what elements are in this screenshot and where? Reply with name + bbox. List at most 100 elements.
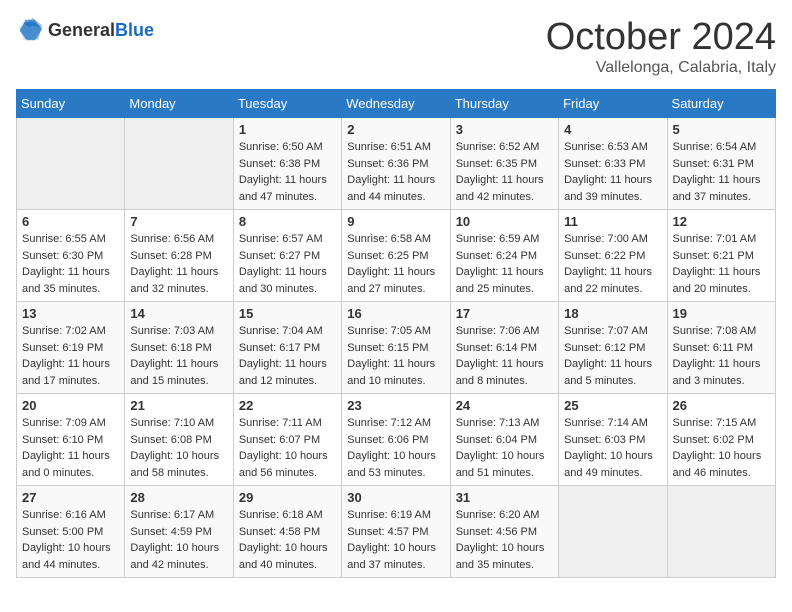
sunset-text: Sunset: 6:25 PM: [347, 250, 428, 262]
day-number: 8: [239, 214, 336, 229]
day-number: 12: [673, 214, 770, 229]
day-info: Sunrise: 7:12 AMSunset: 6:06 PMDaylight:…: [347, 415, 444, 481]
sunset-text: Sunset: 6:12 PM: [564, 342, 645, 354]
sunrise-text: Sunrise: 6:57 AM: [239, 233, 323, 245]
day-number: 25: [564, 398, 661, 413]
weekday-header-wednesday: Wednesday: [342, 90, 450, 118]
day-number: 13: [22, 306, 119, 321]
calendar-week-row: 27Sunrise: 6:16 AMSunset: 5:00 PMDayligh…: [17, 486, 776, 578]
day-info: Sunrise: 7:06 AMSunset: 6:14 PMDaylight:…: [456, 323, 553, 389]
sunset-text: Sunset: 4:56 PM: [456, 526, 537, 538]
calendar-cell: 18 Sunrise: 7:07 AMSunset: 6:12 PMDayligh…: [559, 302, 667, 394]
day-info: Sunrise: 7:01 AMSunset: 6:21 PMDaylight:…: [673, 231, 770, 297]
sunrise-text: Sunrise: 6:19 AM: [347, 509, 431, 521]
sunrise-text: Sunrise: 7:03 AM: [130, 325, 214, 337]
daylight-text: Daylight: 10 hours and 46 minutes.: [673, 450, 762, 479]
daylight-text: Daylight: 11 hours and 44 minutes.: [347, 174, 435, 203]
daylight-text: Daylight: 11 hours and 8 minutes.: [456, 358, 544, 387]
sunrise-text: Sunrise: 6:58 AM: [347, 233, 431, 245]
day-info: Sunrise: 7:04 AMSunset: 6:17 PMDaylight:…: [239, 323, 336, 389]
sunset-text: Sunset: 6:36 PM: [347, 158, 428, 170]
daylight-text: Daylight: 10 hours and 56 minutes.: [239, 450, 328, 479]
sunrise-text: Sunrise: 7:01 AM: [673, 233, 757, 245]
sunset-text: Sunset: 6:31 PM: [673, 158, 754, 170]
sunrise-text: Sunrise: 7:14 AM: [564, 417, 648, 429]
calendar-cell: 1Sunrise: 6:50 AMSunset: 6:38 PMDaylight…: [233, 118, 341, 210]
day-info: Sunrise: 6:16 AMSunset: 5:00 PMDaylight:…: [22, 507, 119, 573]
sunset-text: Sunset: 4:59 PM: [130, 526, 211, 538]
daylight-text: Daylight: 11 hours and 15 minutes.: [130, 358, 218, 387]
calendar-cell: 10Sunrise: 6:59 AMSunset: 6:24 PMDayligh…: [450, 210, 558, 302]
day-info: Sunrise: 7:03 AM Sunset: 6:18 PM Daylight:…: [130, 323, 227, 389]
day-info: Sunrise: 7:02 AMSunset: 6:19 PMDaylight:…: [22, 323, 119, 389]
weekday-header-friday: Friday: [559, 90, 667, 118]
day-number: 22: [239, 398, 336, 413]
day-info: Sunrise: 7:08 AMSunset: 6:11 PMDaylight:…: [673, 323, 770, 389]
calendar-cell: [667, 486, 775, 578]
day-number: 15: [239, 306, 336, 321]
sunset-text: Sunset: 6:22 PM: [564, 250, 645, 262]
sunset-text: Sunset: 6:27 PM: [239, 250, 320, 262]
day-info: Sunrise: 6:53 AM Sunset: 6:33 PM Daylight:…: [564, 139, 661, 205]
calendar-cell: [559, 486, 667, 578]
day-number: 4: [564, 122, 661, 137]
calendar-cell: [125, 118, 233, 210]
daylight-text: Daylight: 11 hours and 10 minutes.: [347, 358, 435, 387]
day-number: 10: [456, 214, 553, 229]
calendar-cell: 5Sunrise: 6:54 AMSunset: 6:31 PMDaylight…: [667, 118, 775, 210]
day-info: Sunrise: 7:14 AMSunset: 6:03 PMDaylight:…: [564, 415, 661, 481]
calendar-cell: 6Sunrise: 6:55 AMSunset: 6:30 PMDaylight…: [17, 210, 125, 302]
sunset-text: Sunset: 4:57 PM: [347, 526, 428, 538]
weekday-header-thursday: Thursday: [450, 90, 558, 118]
page-header: GeneralBlue October 2024 Vallelonga, Cal…: [16, 16, 776, 77]
calendar-week-row: 20Sunrise: 7:09 AMSunset: 6:10 PMDayligh…: [17, 394, 776, 486]
day-number: 9: [347, 214, 444, 229]
daylight-text: Daylight: 10 hours and 40 minutes.: [239, 542, 328, 571]
day-number: 5: [673, 122, 770, 137]
calendar-cell: 16Sunrise: 7:05 AMSunset: 6:15 PMDayligh…: [342, 302, 450, 394]
day-number: 24: [456, 398, 553, 413]
day-info: Sunrise: 7:07 AMSunset: 6:12 PMDaylight:…: [564, 323, 661, 389]
calendar-cell: 29Sunrise: 6:18 AMSunset: 4:58 PMDayligh…: [233, 486, 341, 578]
day-info: Sunrise: 6:58 AMSunset: 6:25 PMDaylight:…: [347, 231, 444, 297]
sunset-text: Sunset: 6:08 PM: [130, 434, 211, 446]
day-info: Sunrise: 6:55 AMSunset: 6:30 PMDaylight:…: [22, 231, 119, 297]
weekday-header-row: SundayMondayTuesdayWednesdayThursdayFrid…: [17, 90, 776, 118]
calendar-cell: 17 Sunrise: 7:06 AMSunset: 6:14 PMDayligh…: [450, 302, 558, 394]
sunset-text: Sunset: 4:58 PM: [239, 526, 320, 538]
weekday-header-tuesday: Tuesday: [233, 90, 341, 118]
generalblue-logo-icon: [16, 16, 44, 44]
sunset-text: Sunset: 6:38 PM: [239, 158, 320, 170]
sunset-text: Sunset: 6:06 PM: [347, 434, 428, 446]
sunset-text: Sunset: 6:33 PM: [564, 158, 645, 170]
day-number: 18: [564, 306, 661, 321]
daylight-text: Daylight: 11 hours and 39 minutes.: [564, 174, 652, 203]
sunset-text: Sunset: 6:07 PM: [239, 434, 320, 446]
day-info: Sunrise: 6:52 AMSunset: 6:35 PMDaylight:…: [456, 139, 553, 205]
calendar-cell: 15 Sunrise: 7:04 AMSunset: 6:17 PMDayligh…: [233, 302, 341, 394]
sunrise-text: Sunrise: 7:15 AM: [673, 417, 757, 429]
daylight-text: Daylight: 11 hours and 47 minutes.: [239, 174, 327, 203]
sunset-text: Sunset: 6:18 PM: [130, 342, 211, 354]
sunrise-text: Sunrise: 6:53 AM: [564, 141, 648, 153]
sunrise-text: Sunrise: 6:50 AM: [239, 141, 323, 153]
logo: GeneralBlue: [16, 16, 154, 44]
calendar-cell: 30Sunrise: 6:19 AMSunset: 4:57 PMDayligh…: [342, 486, 450, 578]
calendar-cell: 21Sunrise: 7:10 AMSunset: 6:08 PMDayligh…: [125, 394, 233, 486]
sunset-text: Sunset: 6:14 PM: [456, 342, 537, 354]
calendar-cell: 28Sunrise: 6:17 AMSunset: 4:59 PMDayligh…: [125, 486, 233, 578]
sunset-text: Sunset: 6:04 PM: [456, 434, 537, 446]
calendar-cell: 20Sunrise: 7:09 AMSunset: 6:10 PMDayligh…: [17, 394, 125, 486]
sunrise-text: Sunrise: 7:08 AM: [673, 325, 757, 337]
sunset-text: Sunset: 6:11 PM: [673, 342, 754, 354]
day-info: Sunrise: 6:50 AM Sunset: 6:38 PM Daylight:…: [239, 139, 336, 205]
day-info: Sunrise: 6:19 AMSunset: 4:57 PMDaylight:…: [347, 507, 444, 573]
daylight-text: Daylight: 11 hours and 25 minutes.: [456, 266, 544, 295]
day-number: 17: [456, 306, 553, 321]
sunrise-text: Sunrise: 6:54 AM: [673, 141, 757, 153]
sunrise-text: Sunrise: 7:05 AM: [347, 325, 431, 337]
calendar-week-row: 13 Sunrise: 7:02 AMSunset: 6:19 PMDayligh…: [17, 302, 776, 394]
calendar-cell: 9Sunrise: 6:58 AMSunset: 6:25 PMDaylight…: [342, 210, 450, 302]
daylight-text: Daylight: 11 hours and 42 minutes.: [456, 174, 544, 203]
sunrise-text: Sunrise: 6:16 AM: [22, 509, 106, 521]
